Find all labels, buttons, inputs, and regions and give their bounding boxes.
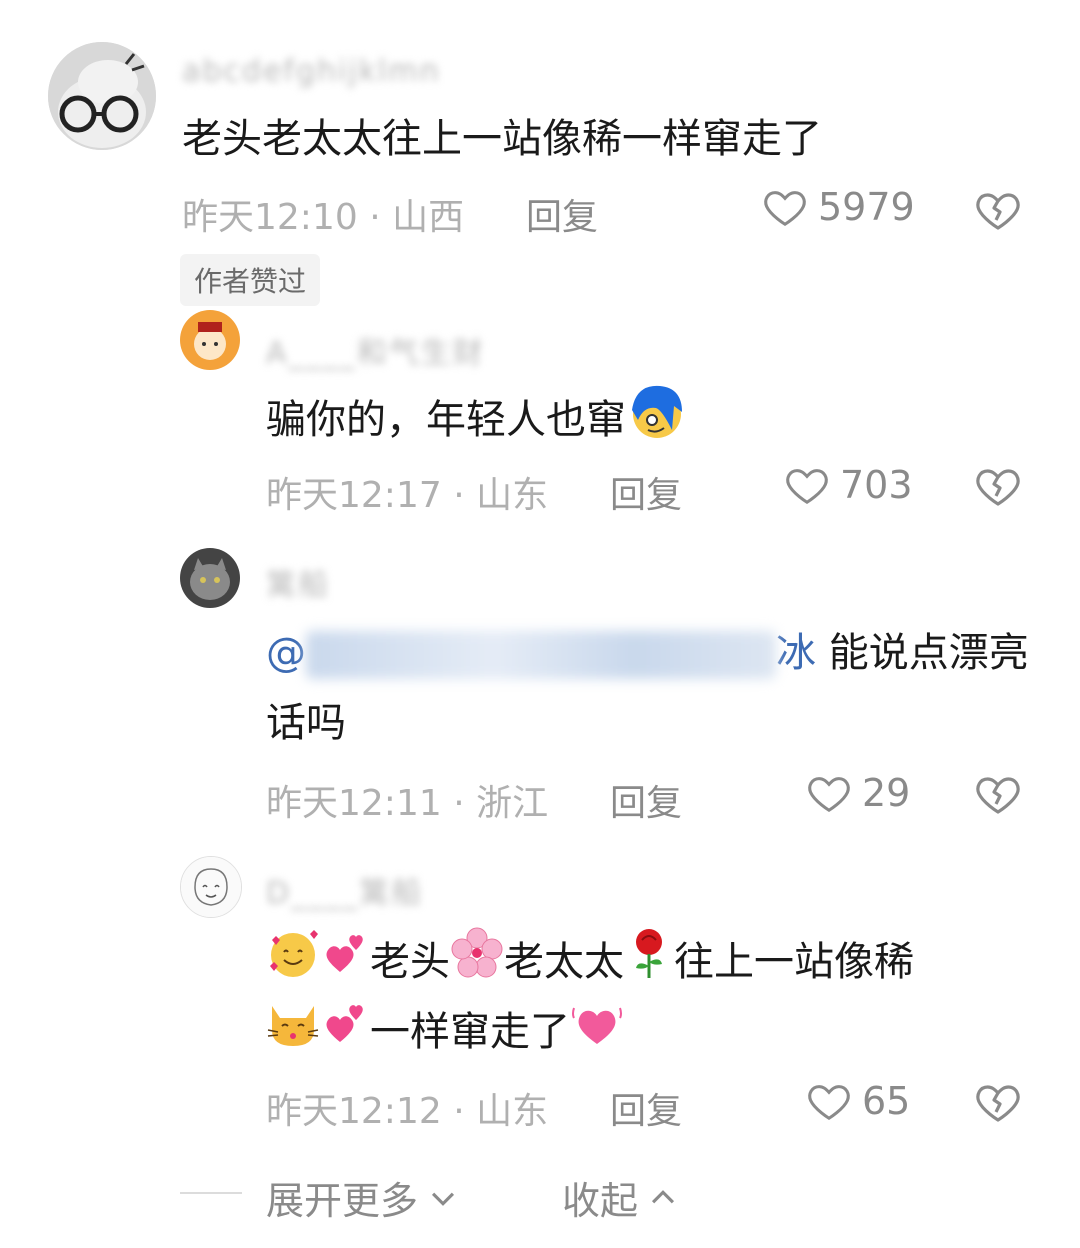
comment-meta: 昨天12:12 · 山东 [266,1091,549,1132]
mention-link[interactable] [306,631,776,679]
author-liked-badge: 作者赞过 [180,254,321,306]
chevron-up-icon [651,1189,675,1203]
comment-text-part: 老太太 [504,939,624,985]
like-button[interactable]: 29 [806,770,910,816]
like-button[interactable]: 5979 [762,184,915,230]
avatar[interactable] [180,548,240,608]
beating-heart-emoji [570,996,624,1072]
username[interactable]: abcdefghijklmn [182,54,441,89]
comment-text-part: 一样窜走了 [370,1009,570,1055]
smiling-face-with-hearts-emoji [266,926,320,1002]
broken-heart-icon [976,777,1020,814]
emoji-icon [326,935,363,972]
comment-text-part: 往上一站像稀 [674,939,914,985]
avatar-image [180,548,240,608]
avatar-image [180,310,240,370]
reply-button[interactable]: 回复 [610,1082,682,1134]
expand-more-button[interactable]: 展开更多 [266,1170,460,1225]
avatar[interactable] [180,856,242,918]
comment-text: @ 冰 能说点漂亮 [266,618,1029,688]
collapse-button[interactable]: 收起 [562,1170,680,1225]
cherry-blossom-emoji [450,926,504,1002]
reply-button[interactable]: 回复 [610,466,682,518]
comment-text-main: 能说点漂亮 [828,630,1029,676]
broken-heart-icon [976,1085,1020,1122]
comment-text-line2: 一样窜走了 [266,996,624,1072]
broken-heart-icon [976,469,1020,506]
chevron-down-icon [431,1192,455,1206]
username[interactable]: D____篱船 [266,868,423,912]
comment-text-part: 老头 [370,939,450,985]
emoji-icon [267,1006,319,1046]
two-hearts-emoji [320,998,370,1070]
comment-text: 老头 老太太 往上一站像稀 [266,926,914,1002]
avatar-image [181,857,241,917]
blue-hair-face-emoji [626,380,688,464]
comment-meta: 昨天12:11 · 浙江 [266,783,549,824]
reply-button[interactable]: 回复 [526,188,598,240]
like-count: 5979 [818,185,915,229]
like-button[interactable]: 703 [784,462,913,508]
dislike-button[interactable] [974,462,1022,514]
mention-suffix[interactable]: 冰 [776,630,816,676]
like-count: 65 [862,1079,911,1123]
username[interactable]: 篱船 [266,560,330,604]
comment-meta: 昨天12:10 · 山西 [182,197,465,238]
rose-emoji [624,926,674,1002]
expand-more-label: 展开更多 [266,1179,419,1223]
avatar[interactable] [180,310,240,370]
comment-text-main: 骗你的，年轻人也窜 [266,397,626,443]
dislike-button[interactable] [974,186,1022,238]
comment-text: 老头老太太往上一站像稀一样窜走了 [182,116,822,162]
reply-button[interactable]: 回复 [610,774,682,826]
broken-heart-icon [976,193,1020,230]
emoji-icon [632,385,682,438]
heart-icon [786,469,828,505]
comment-meta: 昨天12:17 · 山东 [266,475,549,516]
avatar[interactable] [48,42,156,150]
like-count: 703 [840,463,913,507]
dislike-button[interactable] [974,1078,1022,1130]
comment-text: 骗你的，年轻人也窜 [266,380,688,464]
heart-icon [764,191,806,227]
kissing-cat-emoji [266,996,320,1072]
avatar-image [48,42,156,150]
like-button[interactable]: 65 [806,1078,910,1124]
heart-icon [808,777,850,813]
two-hearts-emoji [320,928,370,1000]
heart-icon [808,1085,850,1121]
mention-at[interactable]: @ [266,630,306,676]
emoji-icon [270,930,318,977]
emoji-icon [326,1005,363,1042]
emoji-icon [572,1007,622,1044]
emoji-icon [451,927,503,978]
dislike-button[interactable] [974,770,1022,822]
divider [180,1192,242,1194]
like-count: 29 [862,771,911,815]
emoji-icon [636,929,662,978]
comment-text-line2: 话吗 [266,700,346,746]
collapse-label: 收起 [562,1179,639,1223]
username[interactable]: A____和气生财 [266,328,485,372]
